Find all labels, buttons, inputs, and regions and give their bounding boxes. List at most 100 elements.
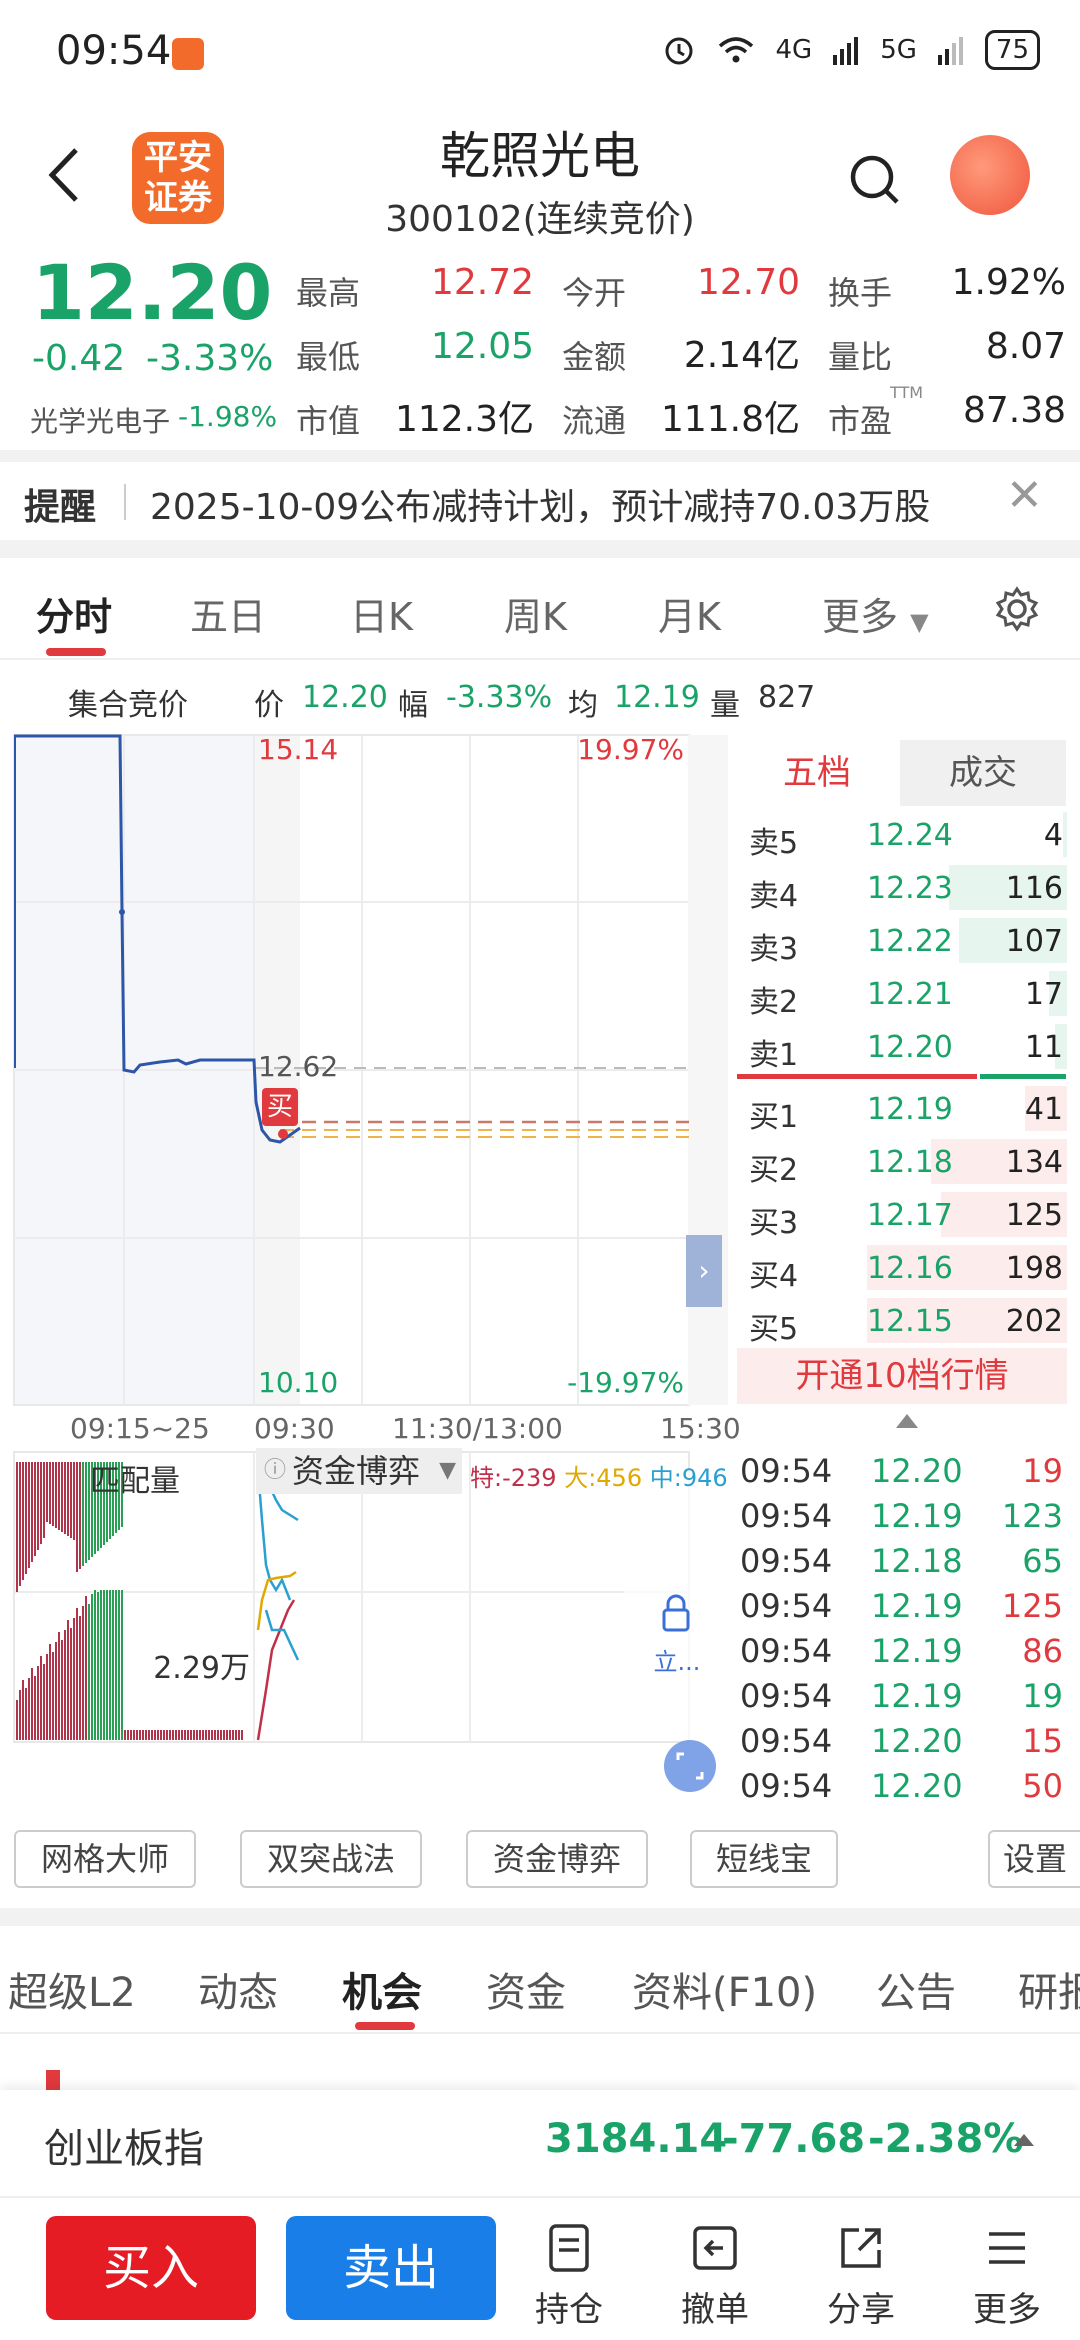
bid-row[interactable]: 买1 12.19 41 [737,1082,1067,1135]
match-volume-bar [124,1730,126,1740]
caret-up-icon[interactable] [1014,2134,1034,2146]
document-icon [549,2224,589,2272]
nav-more[interactable]: 更多 [952,2222,1062,2331]
tab-five-level[interactable]: 五档 [737,740,897,806]
match-volume-bar [166,1730,168,1740]
match-volume-bar [52,1462,54,1526]
nav-positions[interactable]: 持仓 [514,2222,624,2331]
tab-five-day[interactable]: 五日 [190,586,266,641]
ask-row[interactable]: 卖5 12.24 4 [737,808,1067,861]
match-volume-bar [127,1730,129,1740]
match-volume-bar [19,1690,21,1740]
collapse-arrow-icon[interactable] [896,1414,918,1428]
quote-value: 2.14亿 [683,335,800,376]
bid-row[interactable]: 买5 12.15 202 [737,1294,1067,1347]
match-volume-bar [46,1654,48,1740]
menu-icon [989,2232,1025,2264]
tab-research[interactable]: 研报 [1018,1960,1080,2018]
info-vol-label: 量 [710,688,740,723]
flow-legend: 特:-239 大:456 中:946 [470,1458,728,1493]
nav-cancel-order[interactable]: 撤单 [660,2222,770,2331]
reminder-divider [124,484,126,520]
ask-row[interactable]: 卖4 12.23 116 [737,861,1067,914]
level-label: 卖2 [749,985,799,1020]
battery-indicator: 75 [984,30,1040,70]
level-price: 12.19 [867,1092,953,1127]
legend-large: 大:456 [564,1464,643,1492]
fund-game-label: 资金博弈 [292,1452,421,1490]
trade-row: 09:54 12.19 19 [737,1673,1067,1718]
level-volume: 116 [1005,871,1063,906]
bid-row[interactable]: 买2 12.18 134 [737,1135,1067,1188]
tab-funds[interactable]: 资金 [486,1960,566,2018]
search-button[interactable] [845,150,905,210]
tool-fund-game[interactable]: 资金博弈 [466,1830,648,1888]
fund-game-dropdown[interactable]: ⓘ 资金博弈 ▼ [256,1448,462,1494]
reminder-text[interactable]: 2025-10-09公布减持计划，预计减持70.03万股 [150,478,930,530]
ask-ratio-bar [980,1074,1066,1079]
tab-opportunity[interactable]: 机会 [342,1960,422,2018]
close-icon[interactable]: ✕ [1006,470,1043,521]
match-volume-bar [67,1620,69,1740]
tab-trades[interactable]: 成交 [900,740,1066,806]
match-volume-bar [175,1730,177,1740]
quote-label: 今开 [562,274,627,312]
ask-row[interactable]: 卖3 12.22 107 [737,914,1067,967]
bid-row[interactable]: 买3 12.17 125 [737,1188,1067,1241]
tab-weekly-k[interactable]: 周K [504,586,567,641]
buy-button[interactable]: 买入 [46,2216,256,2320]
tab-announcements[interactable]: 公告 [876,1960,956,2018]
caret-down-icon: ▼ [910,608,929,636]
match-volume-bar [136,1730,138,1740]
tool-settings[interactable]: 设置 [988,1830,1080,1888]
chevron-right-icon: › [698,1254,709,1287]
sector-name[interactable]: 光学光电子 [30,400,170,440]
chart-ref-price: 12.62 [258,1050,338,1083]
tab-intraday[interactable]: 分时 [36,586,112,641]
nav-share[interactable]: 分享 [806,2222,916,2331]
tab-more[interactable]: 更多 ▼ [822,586,929,641]
fullscreen-button[interactable] [664,1740,716,1792]
match-volume-bar [31,1462,33,1562]
tool-grid-master[interactable]: 网格大师 [14,1830,196,1888]
match-volume-bar [34,1676,36,1740]
info-vol: 827 [758,680,816,715]
tab-news[interactable]: 动态 [198,1960,278,2018]
quote-value: 111.8亿 [660,399,800,440]
quote-label: 市盈 [828,402,893,440]
network-4g: 4G [775,35,813,65]
assistant-avatar[interactable] [950,135,1030,215]
quote-label: 金额 [562,338,627,376]
trade-volume: 123 [1001,1497,1063,1535]
trade-row: 09:54 12.19 86 [737,1628,1067,1673]
tool-short-line[interactable]: 短线宝 [690,1830,838,1888]
match-volume-bar [241,1730,243,1740]
info-range-label: 幅 [398,688,428,723]
search-icon [850,155,899,204]
tab-daily-k[interactable]: 日K [350,586,413,641]
match-volume-bar [31,1668,33,1740]
tab-f10[interactable]: 资料(F10) [632,1960,817,2018]
level-volume: 41 [1024,1092,1063,1127]
match-volume-bar [28,1462,30,1568]
match-volume-bar [211,1730,213,1740]
tool-double-break[interactable]: 双突战法 [240,1830,422,1888]
match-volume-bar [79,1616,81,1740]
chart-settings-button[interactable] [994,586,1040,632]
match-volume-bar [61,1640,63,1740]
bid-row[interactable]: 买4 12.16 198 [737,1241,1067,1294]
intraday-chart[interactable]: 买 15.14 19.97% 12.62 10.10 -19.97% › 2.2… [0,730,735,1810]
unlock-link[interactable]: 立... [654,1648,701,1676]
trade-volume: 15 [1022,1722,1063,1760]
divider [0,450,1080,462]
level-label: 买2 [749,1153,799,1188]
ask-row[interactable]: 卖1 12.20 11 [737,1020,1067,1073]
tab-super-l2[interactable]: 超级L2 [8,1960,136,2018]
quote-value: 8.07 [985,326,1066,367]
level-volume: 107 [1005,924,1063,959]
sell-button[interactable]: 卖出 [286,2216,496,2320]
ask-row[interactable]: 卖2 12.21 17 [737,967,1067,1020]
upgrade-level10-button[interactable]: 开通10档行情 [737,1348,1067,1404]
tab-monthly-k[interactable]: 月K [658,586,721,641]
match-volume-bar [43,1664,45,1740]
